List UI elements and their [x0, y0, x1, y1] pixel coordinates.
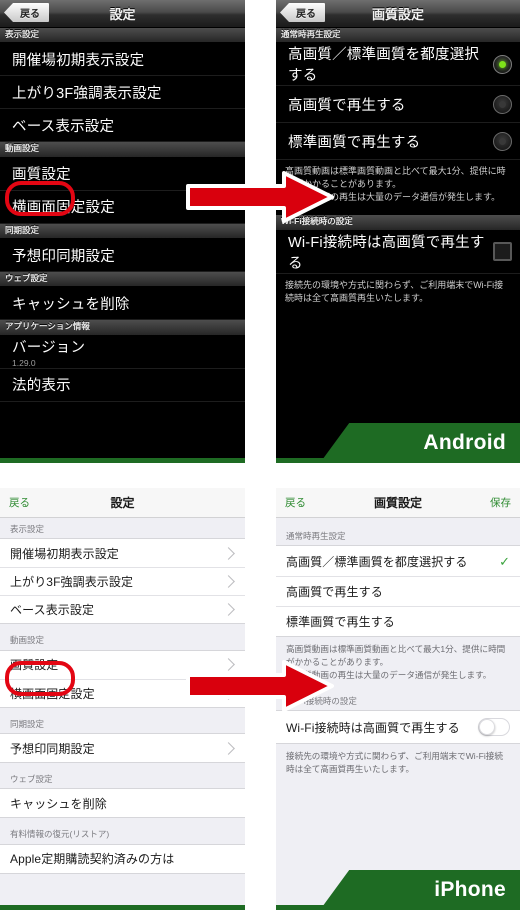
list-item-label: ベース表示設定	[10, 603, 95, 618]
radio-label: 高画質／標準画質を都度選択する	[288, 47, 480, 85]
iphone-banner: iPhone	[319, 870, 520, 910]
list-item-pace[interactable]: ベース表示設定	[0, 109, 245, 143]
chevron-right-icon	[222, 603, 235, 617]
green-strip	[276, 458, 520, 463]
list-item-legal[interactable]: 法的表示	[0, 369, 245, 402]
android-quality-screen: 戻る 画質設定 通常時再生設定 高画質／標準画質を都度選択する 高画質で再生する…	[276, 0, 520, 463]
green-strip	[276, 905, 520, 910]
android-quality-titlebar: 戻る 画質設定	[276, 0, 520, 28]
list-item-label: 上がり3F強調表示設定	[10, 575, 134, 590]
list-item-label: キャッシュを削除	[12, 296, 130, 313]
section-header-restore: 有料情報の復元(リストア)	[0, 818, 245, 844]
section-header-display: 表示設定	[0, 518, 245, 539]
radio-label: 標準画質で再生する	[288, 134, 421, 151]
list-item-cache-delete[interactable]: キャッシュを削除	[0, 789, 245, 818]
section-header-playback: 通常時再生設定	[276, 518, 520, 546]
back-button[interactable]: 戻る	[9, 495, 30, 510]
android-settings-screen: 戻る 設定 表示設定 開催場初期表示設定 上がり3F強調表示設定 ベース表示設定…	[0, 0, 245, 463]
list-item-yosouin-douki[interactable]: 予想印同期設定	[0, 239, 245, 273]
right-arrow-icon-iphone	[186, 659, 334, 713]
option-row-standard-quality[interactable]: 標準画質で再生する	[276, 606, 520, 637]
toggle-wifi-high-quality[interactable]	[478, 718, 510, 737]
section-header-web: ウェブ設定	[0, 272, 245, 288]
list-item-version[interactable]: バージョン 1.29.0	[0, 336, 245, 369]
list-item-kaisaijo[interactable]: 開催場初期表示設定	[0, 539, 245, 568]
back-button[interactable]: 戻る	[285, 495, 306, 510]
section-header-video: 動画設定	[0, 624, 245, 650]
list-item-label: 開催場初期表示設定	[10, 546, 119, 561]
comparison-figure: 戻る 設定 表示設定 開催場初期表示設定 上がり3F強調表示設定 ベース表示設定…	[0, 0, 520, 910]
section-group-display: 開催場初期表示設定 上がり3F強調表示設定 ベース表示設定	[0, 538, 245, 625]
section-group-playback: 高画質／標準画質を都度選択する ✓ 高画質で再生する 標準画質で再生する	[276, 545, 520, 638]
option-row-auto-select[interactable]: 高画質／標準画質を都度選択する ✓	[276, 546, 520, 577]
radio-label: 高画質で再生する	[288, 97, 406, 114]
list-item-yosouin-douki[interactable]: 予想印同期設定	[0, 734, 245, 763]
toggle-row-wifi-high-quality[interactable]: Wi-Fi接続時は高画質で再生する	[276, 711, 520, 744]
page-title: 画質設定	[373, 496, 422, 510]
list-item-label: 上がり3F強調表示設定	[12, 85, 162, 102]
option-row-high-quality[interactable]: 高画質で再生する	[276, 576, 520, 607]
list-item-label: キャッシュを削除	[10, 796, 107, 811]
option-label: 高画質で再生する	[286, 585, 383, 600]
list-item-label: ベース表示設定	[12, 118, 115, 135]
toggle-label: Wi-Fi接続時は高画質で再生する	[286, 720, 460, 735]
section-header-playback: 通常時再生設定	[276, 28, 520, 44]
option-label: 標準画質で再生する	[286, 615, 395, 630]
list-item-label: Apple定期購読契約済みの方は	[10, 852, 175, 867]
list-item-agari3f[interactable]: 上がり3F強調表示設定	[0, 567, 245, 596]
chevron-right-icon	[222, 741, 235, 755]
list-item-pace[interactable]: ベース表示設定	[0, 595, 245, 624]
iphone-settings-titlebar: 戻る 設定	[0, 488, 245, 518]
radio-row-auto-select[interactable]: 高画質／標準画質を都度選択する	[276, 43, 520, 87]
android-settings-titlebar: 戻る 設定	[0, 0, 245, 28]
checkbox-row-wifi-high-quality[interactable]: Wi-Fi接続時は高画質で再生する	[276, 231, 520, 274]
section-header-video: 動画設定	[0, 142, 245, 158]
option-label: 高画質／標準画質を都度選択する	[286, 554, 468, 569]
list-item-cache-delete[interactable]: キャッシュを削除	[0, 287, 245, 321]
section-group-sync: 予想印同期設定	[0, 733, 245, 764]
iphone-quality-titlebar: 戻る 画質設定 保存	[276, 488, 520, 518]
save-button[interactable]: 保存	[490, 495, 511, 510]
section-group-restore: Apple定期購読契約済みの方は	[0, 843, 245, 874]
back-button[interactable]: 戻る	[4, 3, 49, 22]
section-header-appinfo: アプリケーション情報	[0, 320, 245, 336]
list-item-label: 予想印同期設定	[12, 248, 115, 265]
chevron-right-icon	[222, 575, 235, 589]
list-item-kaisaijo[interactable]: 開催場初期表示設定	[0, 43, 245, 77]
check-icon: ✓	[499, 553, 510, 569]
back-button[interactable]: 戻る	[280, 3, 325, 22]
version-block: バージョン 1.29.0	[12, 336, 237, 368]
radio-row-standard-quality[interactable]: 標準画質で再生する	[276, 123, 520, 161]
list-item-apple-subscription[interactable]: Apple定期購読契約済みの方は	[0, 844, 245, 873]
android-banner: Android	[319, 423, 520, 463]
section-group-wifi: Wi-Fi接続時は高画質で再生する	[276, 710, 520, 745]
wifi-note: 接続先の環境や方式に関わらず、ご利用端末でWi-Fi接続時は全て高画質再生いたし…	[285, 279, 504, 303]
green-strip	[0, 905, 245, 910]
radio-button-high-quality[interactable]	[493, 94, 512, 114]
version-value: 1.29.0	[12, 357, 36, 368]
iphone-banner-label: iPhone	[434, 878, 506, 901]
checkbox-wifi-high-quality[interactable]	[493, 242, 512, 262]
android-banner-label: Android	[423, 431, 506, 454]
wifi-note: 接続先の環境や方式に関わらず、ご利用端末でWi-Fi接続時は全て高画質再生いたし…	[276, 744, 520, 785]
list-item-label: バージョン	[12, 339, 86, 356]
list-item-label: 開催場初期表示設定	[12, 52, 145, 69]
checkbox-label: Wi-Fi接続時は高画質で再生する	[288, 234, 485, 272]
radio-row-high-quality[interactable]: 高画質で再生する	[276, 86, 520, 124]
list-item-label: 法的表示	[12, 378, 71, 395]
green-strip	[0, 458, 245, 463]
section-header-web: ウェブ設定	[0, 763, 245, 789]
radio-button-auto-select[interactable]	[493, 54, 512, 74]
radio-button-standard-quality[interactable]	[493, 131, 512, 151]
page-title: 設定	[110, 496, 135, 510]
list-item-label: 予想印同期設定	[10, 741, 95, 756]
section-header-sync: 同期設定	[0, 223, 245, 240]
list-item-agari3f[interactable]: 上がり3F強調表示設定	[0, 76, 245, 110]
chevron-right-icon	[222, 546, 235, 560]
section-header-display: 表示設定	[0, 28, 245, 44]
section-group-web: キャッシュを削除	[0, 788, 245, 819]
right-arrow-icon-android	[186, 170, 334, 224]
